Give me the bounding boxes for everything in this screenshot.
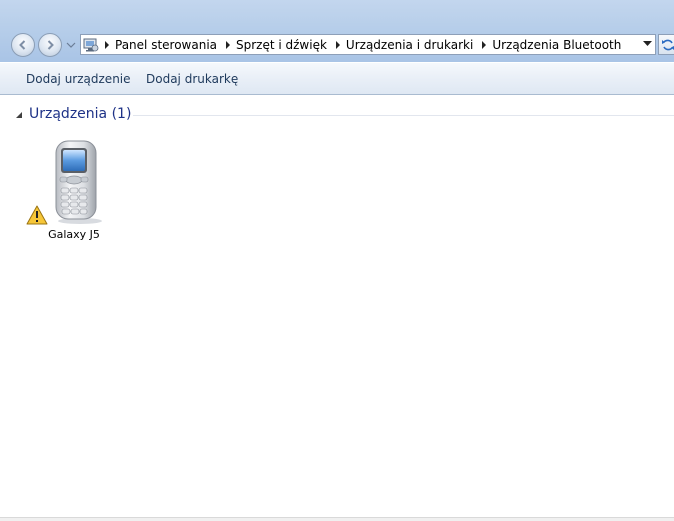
group-title: Urządzenia (1) <box>29 106 132 122</box>
back-button[interactable] <box>11 33 35 57</box>
collapse-triangle-icon[interactable] <box>15 111 23 119</box>
group-divider <box>133 115 674 116</box>
refresh-icon <box>662 39 674 51</box>
breadcrumb-item[interactable]: Panel sterowania <box>114 38 221 52</box>
refresh-button[interactable] <box>658 34 674 55</box>
warning-icon <box>26 205 48 225</box>
breadcrumb-separator[interactable] <box>100 40 114 49</box>
chevron-right-icon <box>335 40 340 49</box>
add-device-button[interactable]: Dodaj urządzenie <box>26 72 131 86</box>
control-panel-icon <box>82 37 100 53</box>
breadcrumb-item[interactable]: Urządzenia i drukarki <box>345 38 477 52</box>
arrow-right-icon <box>47 40 54 50</box>
status-edge <box>0 517 674 521</box>
group-header-devices[interactable]: Urządzenia (1) <box>0 105 674 125</box>
chevron-right-icon <box>105 40 109 49</box>
address-bar[interactable]: Panel sterowania Sprzęt i dźwięk Urządze… <box>80 34 656 55</box>
device-list-pane: Urządzenia (1) Galaxy J5 <box>0 95 674 521</box>
breadcrumb-item[interactable]: Sprzęt i dźwięk <box>235 38 331 52</box>
breadcrumb-item[interactable]: Urządzenia Bluetooth <box>491 38 625 52</box>
breadcrumb-separator[interactable] <box>221 40 235 49</box>
navigation-strip: Panel sterowania Sprzęt i dźwięk Urządze… <box>0 0 674 62</box>
device-item[interactable]: Galaxy J5 <box>26 135 122 245</box>
device-name: Galaxy J5 <box>48 228 100 241</box>
command-bar: Dodaj urządzenie Dodaj drukarkę <box>0 62 674 95</box>
explorer-window: Panel sterowania Sprzęt i dźwięk Urządze… <box>0 0 674 521</box>
mobile-phone-icon <box>55 140 102 224</box>
chevron-right-icon <box>482 40 487 49</box>
arrow-left-icon <box>19 40 26 50</box>
recent-pages-dropdown-icon[interactable] <box>65 40 77 50</box>
chevron-down-icon[interactable] <box>643 41 652 47</box>
breadcrumb-separator[interactable] <box>477 40 491 49</box>
forward-button[interactable] <box>38 33 62 57</box>
chevron-right-icon <box>226 40 230 49</box>
breadcrumb-separator[interactable] <box>331 40 345 49</box>
add-printer-button[interactable]: Dodaj drukarkę <box>146 72 238 86</box>
